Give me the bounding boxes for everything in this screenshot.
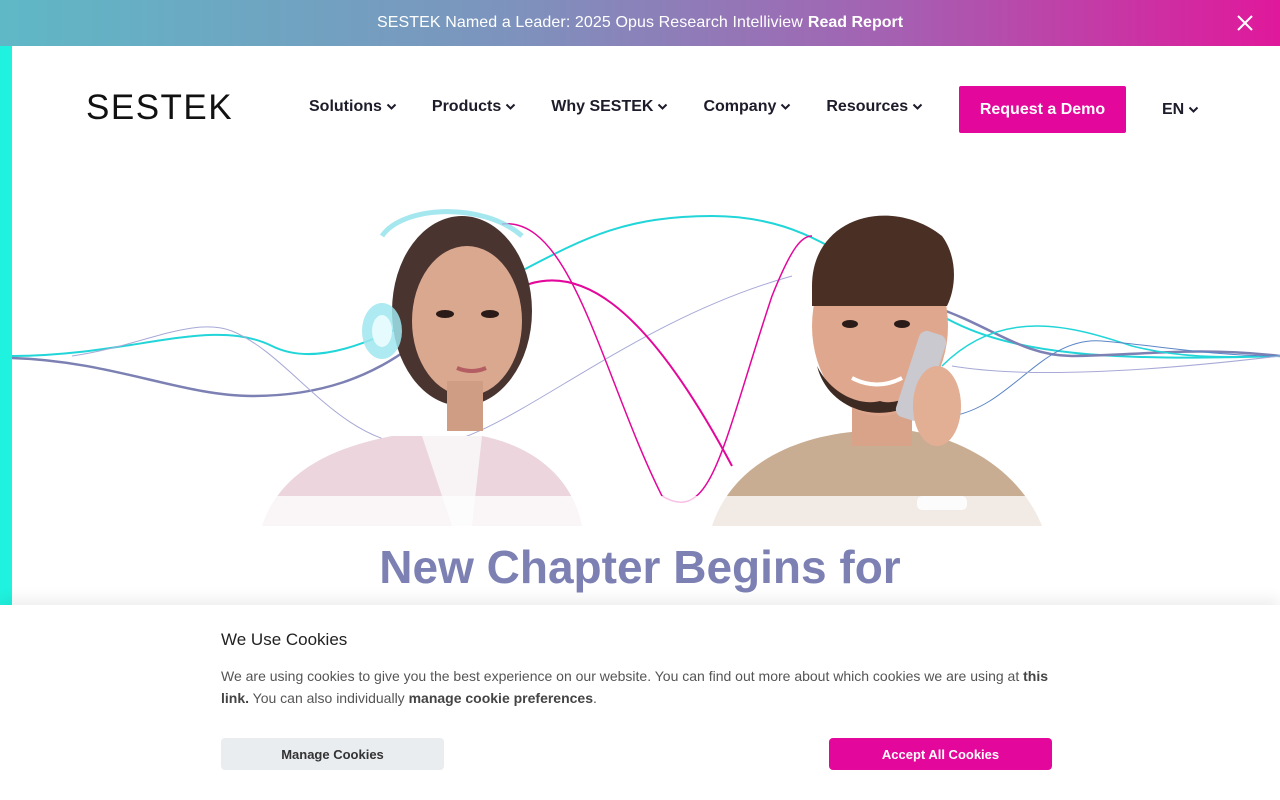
logo[interactable]: SESTEK <box>86 88 233 128</box>
nav-label: Resources <box>826 98 909 115</box>
accent-strip <box>0 46 12 606</box>
cookie-banner: We Use Cookies We are using cookies to g… <box>0 605 1280 800</box>
accept-all-cookies-button[interactable]: Accept All Cookies <box>829 738 1052 770</box>
nav-label: Solutions <box>309 98 382 115</box>
nav-label: Company <box>703 98 777 115</box>
nav-label: Products <box>431 98 502 115</box>
hero-title: New Chapter Begins for <box>379 541 901 593</box>
close-icon[interactable] <box>1234 12 1256 34</box>
request-demo-button[interactable]: Request a Demo <box>959 86 1126 133</box>
announcement-bar: SESTEK Named a Leader: 2025 Opus Researc… <box>0 0 1280 46</box>
site-header: SESTEK Solutions Products Why SESTEK Com… <box>12 46 1280 174</box>
sound-waves <box>12 214 1280 503</box>
chevron-down-icon <box>506 103 516 110</box>
chevron-down-icon <box>1189 106 1199 113</box>
nav-label: Why SESTEK <box>551 98 654 115</box>
manage-cookies-button[interactable]: Manage Cookies <box>221 738 444 770</box>
hero-illustration <box>12 209 1280 536</box>
nav-company[interactable]: Company <box>703 98 791 116</box>
chevron-down-icon <box>912 103 923 110</box>
nav-why-sestek[interactable]: Why SESTEK <box>551 98 668 116</box>
chevron-down-icon <box>386 103 397 110</box>
nav-products[interactable]: Products <box>432 98 516 116</box>
cookie-text-part: We are using cookies to give you the bes… <box>221 668 1024 684</box>
cookie-text-part: You can also individually <box>249 690 409 706</box>
cookie-title: We Use Cookies <box>221 630 348 649</box>
announcement-text: SESTEK Named a Leader: 2025 Opus Researc… <box>376 14 803 31</box>
cookie-text-part: . <box>593 690 597 706</box>
cookie-text: We are using cookies to give you the bes… <box>221 665 1061 709</box>
chevron-down-icon <box>658 103 668 110</box>
language-selector[interactable]: EN <box>1162 101 1199 119</box>
chevron-down-icon <box>781 103 791 110</box>
nav-resources[interactable]: Resources <box>826 98 923 116</box>
language-label: EN <box>1162 101 1185 118</box>
main-nav: Solutions Products Why SESTEK Company Re… <box>309 98 958 116</box>
cookie-preferences-link[interactable]: manage cookie preferences <box>409 690 593 706</box>
agent-portrait <box>262 209 582 526</box>
read-report-link[interactable]: Read Report <box>808 14 903 32</box>
nav-solutions[interactable]: Solutions <box>309 98 397 116</box>
